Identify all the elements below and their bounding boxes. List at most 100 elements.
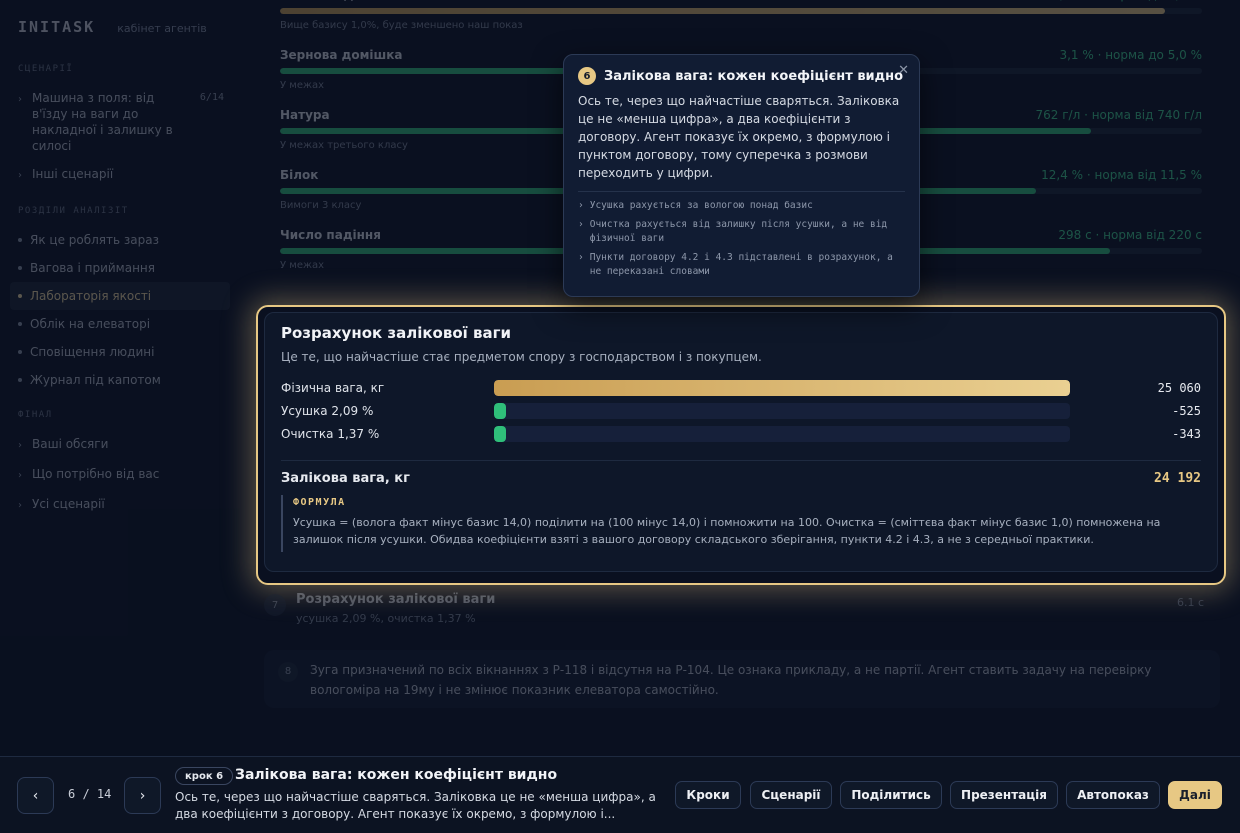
arrow-right-icon: ›: [578, 200, 584, 211]
sidebar-item-label: Усі сценарії: [32, 497, 105, 511]
bullet-icon: [18, 238, 22, 242]
share-button[interactable]: Поділитись: [840, 781, 942, 809]
step-description: Ось те, через що найчастіше сваряться. З…: [175, 790, 656, 821]
sidebar-item-label: Інші сценарії: [32, 167, 114, 181]
popover-bullets: › Усушка рахується за вологою понад базис…: [578, 199, 905, 279]
next-button[interactable]: Далі: [1168, 781, 1222, 809]
arrow-right-icon: ›: [578, 252, 584, 263]
divider: [578, 191, 905, 192]
quality-name: Сміттєва домішка: [280, 0, 404, 2]
formula-block: ФОРМУЛА Усушка = (волога факт мінус бази…: [281, 495, 1201, 552]
calc-bar-track: [494, 379, 1070, 396]
formula-text: Усушка = (волога факт мінус базис 14,0) …: [293, 516, 1161, 546]
logo: INITASK: [18, 18, 96, 36]
step-chip: крок 6: [175, 767, 234, 785]
popover-title: Залікова вага: кожен коефіцієнт видно: [604, 68, 904, 84]
sidebar-item-chapter-0[interactable]: Як це роблять зараз: [18, 226, 230, 254]
sidebar-item-other-scenarios[interactable]: › Інші сценарії: [18, 160, 230, 190]
prev-step-button[interactable]: ‹: [17, 777, 54, 814]
next-step-arrow-button[interactable]: ›: [124, 777, 161, 814]
row-title: Розрахунок залікової ваги: [296, 592, 496, 607]
sidebar-section-final: ФІНАЛ: [18, 410, 53, 420]
popover-step-badge: 6: [578, 67, 596, 85]
sidebar: INITASK кабінет агентів СЦЕНАРІЇ › Машин…: [0, 0, 240, 756]
sidebar-item-chapter-3[interactable]: Облік на елеваторі: [18, 310, 230, 338]
bullet-icon: [18, 350, 22, 354]
sidebar-item-label: Сповіщення людині: [30, 345, 155, 359]
calc-value: -343: [1172, 426, 1201, 441]
bullet-text: Очистка рахується від залишку після усуш…: [589, 219, 888, 244]
bullet-text: Усушка рахується за вологою понад базис: [589, 200, 813, 211]
quality-value: 298 с · норма від 220 с: [1058, 228, 1202, 242]
step-counter: 6 / 14: [68, 787, 112, 801]
steps-button[interactable]: Кроки: [675, 781, 741, 809]
chevron-right-icon: ›: [18, 440, 22, 451]
sidebar-item-label: Ваші обсяги: [32, 437, 109, 451]
close-icon[interactable]: ✕: [898, 63, 909, 78]
chevron-right-icon: ›: [139, 787, 146, 804]
calc-bar-fill: [494, 425, 506, 442]
sidebar-item-label: Облік на елеваторі: [30, 317, 151, 331]
quality-value: 1,37 % · норма до 1,0 %: [1052, 0, 1202, 2]
calc-value: 25 060: [1157, 380, 1201, 395]
step-title: Залікова вага: кожен коефіцієнт видно: [235, 767, 558, 783]
sidebar-item-chapter-5[interactable]: Журнал під капотом: [18, 366, 230, 394]
sidebar-item-chapter-4[interactable]: Сповіщення людині: [18, 338, 230, 366]
quality-name: Натура: [280, 108, 330, 122]
chevron-right-icon: ›: [18, 170, 22, 181]
quality-value: 12,4 % · норма від 11,5 %: [1041, 168, 1202, 182]
sidebar-section-chapters: РОЗДІЛИ АНАЛІЗІТ: [18, 206, 129, 216]
next-section-row[interactable]: 7 Розрахунок залікової ваги усушка 2,09 …: [264, 592, 1220, 632]
quality-value: 762 г/л · норма від 740 г/л: [1035, 108, 1202, 122]
calc-value: -525: [1172, 403, 1201, 418]
bullet-text: Пункти договору 4.2 і 4.3 підставлені в …: [589, 252, 893, 277]
sidebar-item-final-0[interactable]: › Ваші обсяги: [18, 430, 230, 460]
presentation-button[interactable]: Презентація: [950, 781, 1058, 809]
sidebar-item-final-1[interactable]: › Що потрібно від вас: [18, 460, 230, 490]
row-subtitle: усушка 2,09 %, очистка 1,37 %: [296, 612, 476, 625]
sidebar-item-final-2[interactable]: › Усі сценарії: [18, 490, 230, 520]
card-title: Розрахунок залікової ваги: [281, 324, 511, 342]
scenarios-button[interactable]: Сценарії: [750, 781, 832, 809]
quality-name: Зернова домішка: [280, 48, 403, 62]
chevron-right-icon: ›: [18, 94, 22, 105]
next-note-card: 8 Зуга призначений по всіх вікнаннях з Р…: [264, 650, 1220, 708]
popover-body: Ось те, через що найчастіше сваряться. З…: [578, 94, 900, 180]
brand: INITASK кабінет агентів: [18, 18, 230, 36]
sidebar-item-scenario[interactable]: › Машина з поля: від в'їзду на ваги до н…: [18, 84, 230, 160]
chevron-right-icon: ›: [18, 470, 22, 481]
calc-row: Усушка 2,09 % -525: [281, 399, 1201, 422]
autoplay-button[interactable]: Автопоказ: [1066, 781, 1160, 809]
quality-row: Сміттєва домішка 1,37 % · норма до 1,0 % В…: [280, 0, 1202, 31]
total-row: Залікова вага, кг 24 192: [281, 471, 1201, 486]
sidebar-item-label: Як це роблять зараз: [30, 233, 159, 247]
quality-name: Білок: [280, 168, 319, 182]
calc-label: Усушка 2,09 %: [281, 403, 374, 418]
scenario-progress-badge: 6/14: [199, 92, 224, 103]
sidebar-item-label: Що потрібно від вас: [32, 467, 160, 481]
quality-track: [280, 8, 1202, 14]
popover-bullet: › Пункти договору 4.2 і 4.3 підставлені в…: [578, 251, 905, 279]
calc-label: Фізична вага, кг: [281, 380, 385, 395]
calc-bar-track: [494, 425, 1070, 442]
sidebar-section-scenarios: СЦЕНАРІЇ: [18, 64, 74, 74]
card-subtitle: Це те, що найчастіше стає предметом спор…: [281, 350, 762, 364]
popover-bullet: › Очистка рахується від залишку після усу…: [578, 218, 905, 246]
popover-bullet: › Усушка рахується за вологою понад базис: [578, 199, 905, 213]
sidebar-item-chapter-2[interactable]: Лабораторія якості: [10, 282, 230, 310]
tour-popover: 6 Залікова вага: кожен коефіцієнт видно …: [563, 54, 920, 297]
brand-subtitle: кабінет агентів: [117, 22, 207, 35]
calc-row: Очистка 1,37 % -343: [281, 422, 1201, 445]
row-meta: 6.1 с: [1176, 596, 1204, 609]
calc-label: Очистка 1,37 %: [281, 426, 380, 441]
row-number: 7: [264, 594, 286, 616]
bullet-icon: [18, 322, 22, 326]
sidebar-item-label: Журнал під капотом: [30, 373, 161, 387]
weight-calculation-card: Розрахунок залікової ваги Це те, що найч…: [264, 312, 1218, 572]
note-text: Зуга призначений по всіх вікнаннях з Р-1…: [310, 663, 1152, 697]
bullet-icon: [18, 294, 22, 298]
calc-bar-fill: [494, 379, 1070, 396]
quality-note: Вище базису 1,0%, буде зменшено наш пока…: [280, 20, 523, 31]
calc-bar-fill: [494, 402, 507, 419]
sidebar-item-chapter-1[interactable]: Вагова і приймання: [18, 254, 230, 282]
